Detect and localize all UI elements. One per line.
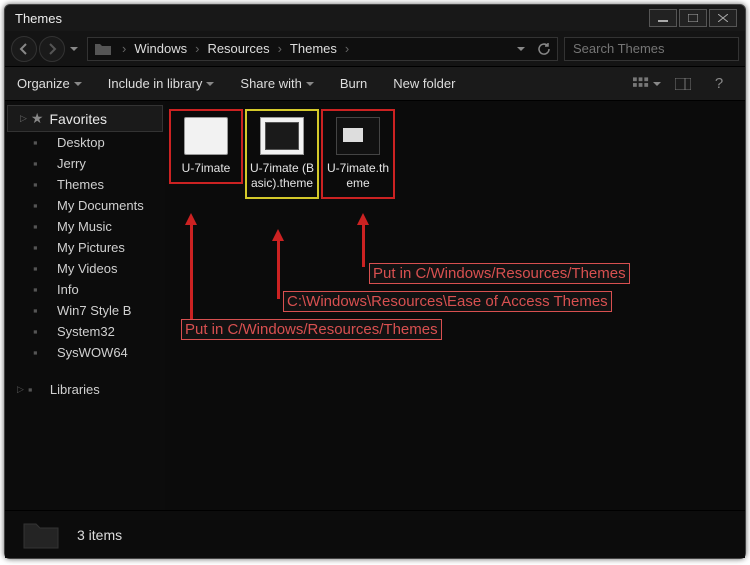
file-item-folder[interactable]: U-7imate [169,109,243,184]
status-bar: 3 items [5,510,745,558]
folder-icon [94,41,112,57]
chevron-right-icon[interactable]: › [191,41,203,56]
arrow-icon [272,229,284,241]
arrow-icon [185,213,197,225]
burn-button[interactable]: Burn [340,76,367,91]
address-bar[interactable]: › Windows › Resources › Themes › [87,37,558,61]
nav-history-dropdown[interactable] [67,39,81,59]
library-icon: ▪ [28,382,46,397]
breadcrumb-item[interactable]: Windows [130,41,191,56]
folder-icon [184,117,228,155]
titlebar[interactable]: Themes [5,5,745,31]
close-button[interactable] [709,9,737,27]
arrow-icon [190,223,193,323]
search-box[interactable] [564,37,739,61]
folder-icon: ▪ [33,240,51,255]
theme-icon [260,117,304,155]
help-button[interactable]: ? [705,73,733,95]
view-mode-button[interactable] [633,73,661,95]
favorites-label: Favorites [49,111,107,127]
forward-button[interactable] [39,36,65,62]
content-pane[interactable]: U-7imate U-7imate (Basic).theme U-7imate… [165,101,745,510]
arrow-icon [362,223,365,267]
chevron-right-icon: ▷ [17,384,24,395]
libraries-label: Libraries [50,382,100,397]
folder-icon: ▪ [33,303,51,318]
share-with-menu[interactable]: Share with [240,76,313,91]
chevron-right-icon[interactable]: › [274,41,286,56]
folder-icon: ▪ [33,177,51,192]
address-dropdown[interactable] [511,38,531,60]
annotation: Put in C/Windows/Resources/Themes [369,263,630,284]
status-text: 3 items [77,527,122,543]
star-icon: ★ [31,110,44,127]
file-label: U-7imate (Basic).theme [247,161,317,191]
chevron-right-icon[interactable]: › [341,41,353,56]
folder-icon: ▪ [33,219,51,234]
search-input[interactable] [573,41,749,56]
sidebar-item[interactable]: ▪Win7 Style B [5,300,165,321]
back-button[interactable] [11,36,37,62]
folder-icon: ▪ [33,198,51,213]
file-label: U-7imate.theme [323,161,393,191]
sidebar-item[interactable]: ▪My Documents [5,195,165,216]
sidebar-item[interactable]: ▪Jerry [5,153,165,174]
include-in-library-menu[interactable]: Include in library [108,76,215,91]
sidebar-item[interactable]: ▪Info [5,279,165,300]
organize-menu[interactable]: Organize [17,76,82,91]
breadcrumb: Windows › Resources › Themes › [130,41,353,56]
arrow-icon [357,213,369,225]
file-item-theme[interactable]: U-7imate.theme [321,109,395,199]
sidebar-item[interactable]: ▪System32 [5,321,165,342]
minimize-button[interactable] [649,9,677,27]
maximize-button[interactable] [679,9,707,27]
theme-icon [336,117,380,155]
breadcrumb-item[interactable]: Resources [203,41,273,56]
sidebar-item[interactable]: ▪SysWOW64 [5,342,165,363]
folder-icon: ▪ [33,345,51,360]
favorites-group[interactable]: ▷ ★ Favorites [7,105,163,132]
explorer-window: Themes › Windows › Resources › Themes › [4,4,746,559]
navigation-bar: › Windows › Resources › Themes › [5,31,745,67]
sidebar-item[interactable]: ▪Themes [5,174,165,195]
folder-icon: ▪ [33,156,51,171]
sidebar-item[interactable]: ▪My Videos [5,258,165,279]
folder-icon: ▪ [33,324,51,339]
file-item-theme[interactable]: U-7imate (Basic).theme [245,109,319,199]
new-folder-button[interactable]: New folder [393,76,455,91]
sidebar-item[interactable]: ▪My Music [5,216,165,237]
breadcrumb-item[interactable]: Themes [286,41,341,56]
preview-pane-button[interactable] [669,73,697,95]
command-bar: Organize Include in library Share with B… [5,67,745,101]
folder-icon: ▪ [33,261,51,276]
file-label: U-7imate [180,161,233,176]
sidebar-item[interactable]: ▪Desktop [5,132,165,153]
window-title: Themes [15,11,647,26]
folder-icon: ▪ [33,282,51,297]
navigation-pane: ▷ ★ Favorites ▪Desktop ▪Jerry ▪Themes ▪M… [5,101,165,510]
annotation: C:\Windows\Resources\Ease of Access Them… [283,291,612,312]
refresh-button[interactable] [533,38,555,60]
sidebar-item[interactable]: ▪My Pictures [5,237,165,258]
chevron-right-icon[interactable]: › [118,41,130,56]
folder-icon [21,518,61,552]
arrow-icon [277,239,280,299]
folder-icon: ▪ [33,135,51,150]
libraries-group[interactable]: ▷ ▪ Libraries [5,377,165,402]
annotation: Put in C/Windows/Resources/Themes [181,319,442,340]
chevron-down-icon: ▷ [20,113,27,124]
